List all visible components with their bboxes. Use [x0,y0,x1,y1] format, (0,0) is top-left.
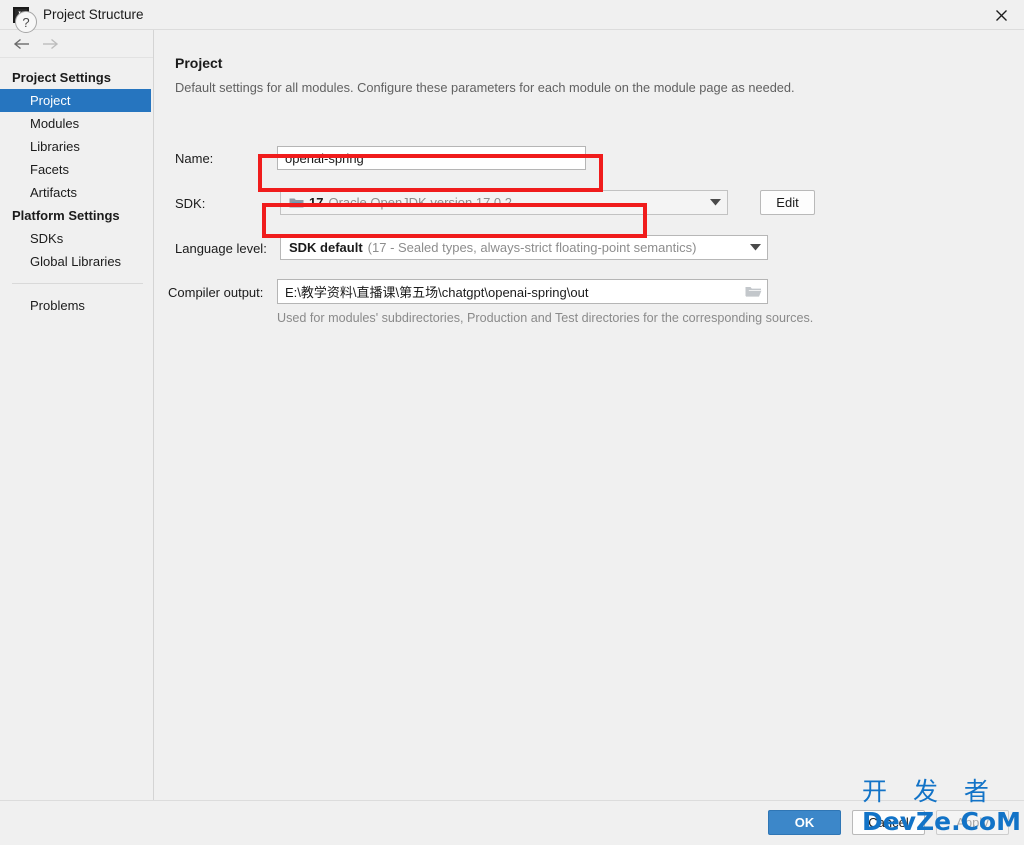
sidebar-item-artifacts[interactable]: Artifacts [0,181,153,204]
name-label: Name: [175,151,214,166]
sdk-label: SDK: [175,196,206,211]
navigation-toolbar [0,30,153,58]
sidebar-divider [12,283,143,284]
main-content: Project Default settings for all modules… [155,30,1024,800]
nav-group-project-settings: Project Settings [12,70,111,85]
sidebar-item-modules[interactable]: Modules [0,112,153,135]
language-level-value: SDK default (17 - Sealed types, always-s… [281,240,743,255]
compiler-output-label: Compiler output: [168,285,264,300]
apply-button[interactable]: Apply [936,810,1009,835]
sidebar-item-problems[interactable]: Problems [0,294,153,317]
language-level-combobox[interactable]: SDK default (17 - Sealed types, always-s… [280,235,768,260]
page-description: Default settings for all modules. Config… [175,80,795,95]
page-title: Project [175,55,223,71]
language-level-value-strong: SDK default [289,240,363,255]
close-icon[interactable] [978,0,1024,30]
jdk-folder-icon [289,196,304,209]
sidebar-item-libraries[interactable]: Libraries [0,135,153,158]
title-bar: IJ Project Structure [0,0,1024,30]
window-title: Project Structure [43,7,144,22]
sdk-value-text: Oracle OpenJDK version 17.0.2 [328,195,513,210]
nav-group-platform-settings: Platform Settings [12,208,120,223]
language-level-value-detail: (17 - Sealed types, always-strict floati… [367,240,697,255]
sdk-combobox[interactable]: 17 Oracle OpenJDK version 17.0.2 [280,190,728,215]
ok-button[interactable]: OK [768,810,841,835]
sdk-combobox-value: 17 Oracle OpenJDK version 17.0.2 [281,195,703,210]
language-level-chevron-down-icon[interactable] [743,244,767,251]
sdk-version-badge: 17 [309,195,324,210]
forward-arrow-icon[interactable] [36,32,64,56]
sidebar-item-sdks[interactable]: SDKs [0,227,153,250]
sdk-edit-button[interactable]: Edit [760,190,815,215]
sidebar-item-global-libraries[interactable]: Global Libraries [0,250,153,273]
sidebar: Project Settings Project Modules Librari… [0,30,154,800]
help-button[interactable]: ? [15,11,37,33]
sdk-chevron-down-icon[interactable] [703,199,727,206]
language-level-label: Language level: [175,241,267,256]
project-structure-dialog: IJ Project Structure [0,0,1024,845]
compiler-output-hint: Used for modules' subdirectories, Produc… [277,311,814,325]
back-arrow-icon[interactable] [8,32,36,56]
browse-folder-icon[interactable] [741,281,765,302]
cancel-button[interactable]: Cancel [852,810,925,835]
compiler-output-input[interactable]: E:\教学资料\直播课\第五场\chatgpt\openai-spring\ou… [277,279,768,304]
sidebar-item-facets[interactable]: Facets [0,158,153,181]
name-input[interactable]: openai-spring [277,146,586,170]
sidebar-item-project[interactable]: Project [0,89,151,112]
settings-nav-list: Project Settings Project Modules Librari… [0,58,153,317]
